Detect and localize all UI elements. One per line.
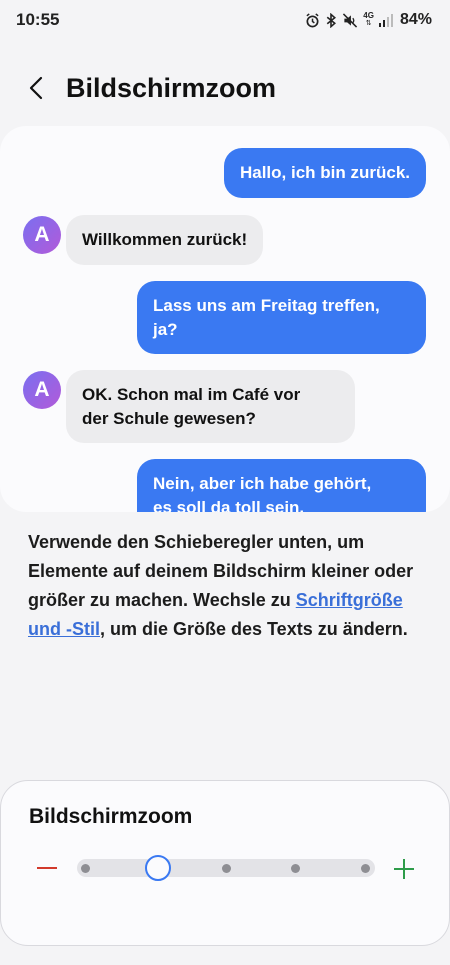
page-title: Bildschirmzoom	[66, 72, 277, 103]
message-text: Willkommen zurück!	[82, 230, 248, 249]
avatar-letter: A	[34, 223, 50, 246]
bluetooth-icon	[327, 12, 337, 28]
slider-tick	[291, 864, 300, 873]
chevron-left-icon	[29, 76, 43, 100]
slider-thumb[interactable]	[144, 855, 171, 881]
zoom-panel-title: Bildschirmzoom	[29, 805, 193, 828]
message-text-line: Nein, aber ich habe gehört,	[153, 473, 372, 493]
chat-bubble-incoming: Willkommen zurück!	[66, 215, 264, 265]
slider-tick	[361, 864, 370, 873]
minus-icon	[37, 867, 57, 869]
message-text-line: Lass uns am Freitag treffen,	[153, 295, 380, 315]
slider-tick	[222, 864, 231, 873]
zoom-out-button[interactable]	[35, 855, 59, 879]
zoom-description: Verwende den Schieberegler unten, um Ele…	[28, 528, 428, 644]
status-time: 10:55	[16, 10, 60, 29]
message-text-line: ja?	[153, 319, 178, 339]
back-button[interactable]	[14, 66, 58, 110]
zoom-in-button[interactable]	[392, 857, 416, 881]
status-icons: 4G ⇅ 84%	[305, 11, 432, 29]
chat-bubble-incoming: OK. Schon mal im Café vor der Schule gew…	[66, 370, 355, 443]
message-text-line: OK. Schon mal im Café vor	[82, 384, 301, 404]
signal-icon	[378, 13, 393, 27]
status-bar: 10:55 4G ⇅ 84%	[0, 0, 450, 40]
message-text: Hallo, ich bin zurück.	[239, 163, 410, 182]
description-text-end: , um die Größe des Texts zu ändern.	[99, 619, 408, 639]
mute-icon	[343, 12, 358, 28]
chat-bubble-outgoing: Lass uns am Freitag treffen, ja?	[137, 281, 426, 354]
avatar-letter: A	[34, 378, 50, 401]
zoom-panel: Bildschirmzoom	[0, 780, 450, 946]
avatar: A	[23, 371, 61, 409]
navigation-bar	[0, 946, 450, 965]
header: Bildschirmzoom	[0, 66, 450, 110]
zoom-preview-card: Hallo, ich bin zurück. A Willkommen zurü…	[0, 126, 450, 512]
network-label: 4G	[363, 11, 374, 20]
message-text-line: der Schule gewesen?	[82, 408, 256, 428]
plus-icon	[394, 859, 414, 879]
chat-bubble-outgoing: Hallo, ich bin zurück.	[223, 148, 426, 198]
avatar: A	[23, 216, 61, 254]
slider-tick	[81, 864, 90, 873]
zoom-slider[interactable]	[77, 855, 375, 881]
alarm-icon	[306, 12, 319, 27]
battery-percent: 84%	[399, 11, 432, 28]
network-4g-icon: 4G ⇅	[363, 11, 374, 28]
chat-bubble-outgoing: Nein, aber ich habe gehört, es soll da t…	[137, 459, 426, 512]
message-text-line: es soll da toll sein.	[153, 497, 305, 513]
